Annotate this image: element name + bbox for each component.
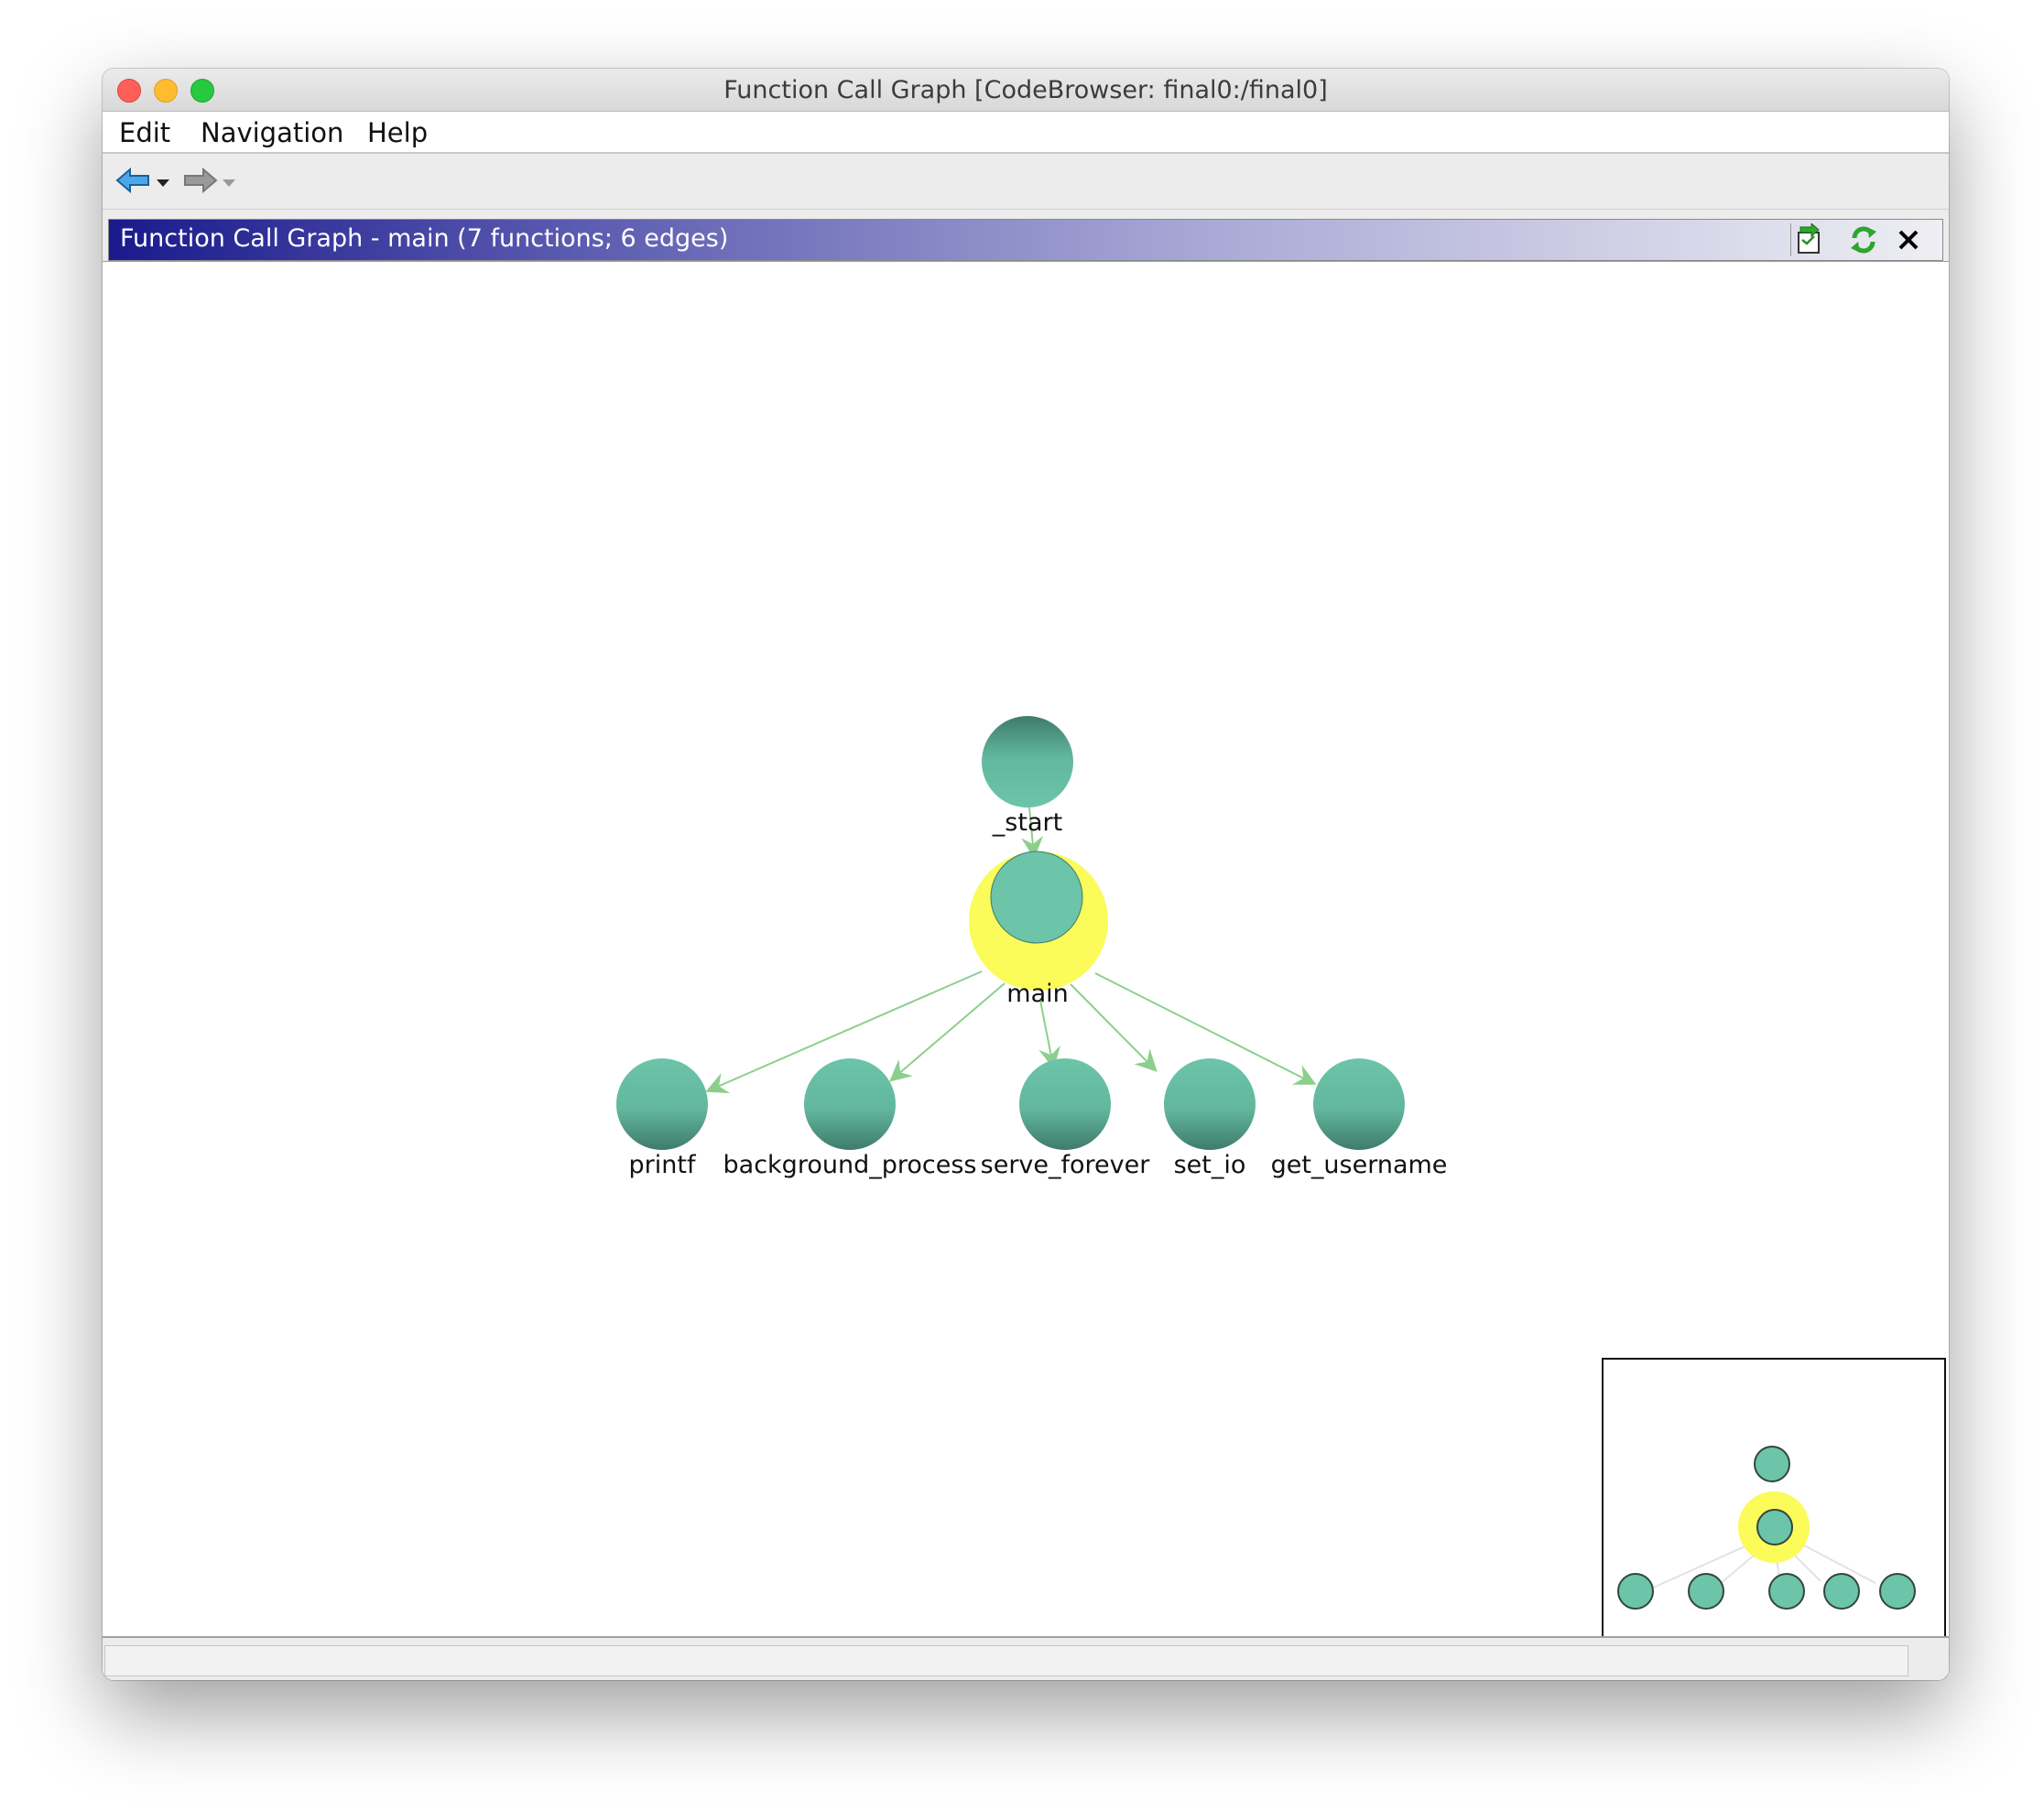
node-_start-label: _start [992,808,1062,837]
node-get_username-label: get_username [1271,1151,1448,1179]
node-background_process-label: background_process [723,1151,977,1179]
menu-bar: Edit Navigation Help [103,112,1949,154]
status-bar [103,1636,1949,1680]
node-_start-circle[interactable] [982,716,1073,808]
node-background_process-circle[interactable] [804,1058,896,1150]
node-serve_forever[interactable]: serve_forever [981,1058,1151,1179]
snapshot-icon[interactable] [1790,222,1828,256]
title-bar[interactable]: Function Call Graph [CodeBrowser: final0… [103,69,1949,112]
node-printf-circle[interactable] [616,1058,708,1150]
window-title: Function Call Graph [CodeBrowser: final0… [723,76,1328,104]
overview-node-printf [1617,1573,1654,1610]
node-main-label: main [1006,980,1068,1008]
panel-header: Function Call Graph - main (7 functions;… [108,219,1943,261]
back-arrow-icon[interactable] [115,167,152,194]
overview-node-get_username [1879,1573,1916,1610]
overview-node-set_io [1823,1573,1860,1610]
edge-main-serve_forever [1038,1000,1060,1069]
overview-node-background_process [1688,1573,1724,1610]
node-set_io[interactable]: set_io [1164,1058,1256,1179]
toolbar [103,154,1949,210]
edge-main-background_process [888,982,1006,1082]
node-set_io-label: set_io [1174,1151,1246,1179]
node-get_username[interactable]: get_username [1271,1058,1448,1179]
node-serve_forever-circle[interactable] [1019,1058,1111,1150]
menu-edit[interactable]: Edit [119,117,170,148]
node-get_username-circle[interactable] [1313,1058,1405,1150]
node-printf[interactable]: printf [616,1058,708,1179]
node-main[interactable]: main [969,851,1108,1008]
menu-navigation[interactable]: Navigation [201,117,343,148]
back-dropdown-icon[interactable] [157,179,169,187]
main-window: Function Call Graph [CodeBrowser: final0… [103,69,1949,1680]
node-set_io-circle[interactable] [1164,1058,1256,1150]
overview-node-serve_forever [1768,1573,1805,1610]
node-serve_forever-label: serve_forever [981,1151,1151,1179]
node-printf-label: printf [629,1151,697,1179]
panel-title: Function Call Graph - main (7 functions;… [120,224,729,253]
forward-arrow-icon[interactable] [181,167,218,194]
forward-dropdown-icon[interactable] [223,179,235,187]
graph-canvas[interactable]: _start main printf background_process se… [103,261,1949,1680]
close-icon[interactable] [1892,223,1925,256]
node-main-circle[interactable] [990,851,1083,944]
status-field [104,1645,1908,1676]
node-_start[interactable]: _start [982,716,1073,837]
overview-node-main [1756,1509,1793,1545]
overview-node-_start [1754,1446,1790,1482]
node-background_process[interactable]: background_process [723,1058,977,1179]
satellite-overview[interactable] [1602,1358,1946,1680]
refresh-icon[interactable] [1847,223,1880,256]
menu-help[interactable]: Help [367,117,428,148]
